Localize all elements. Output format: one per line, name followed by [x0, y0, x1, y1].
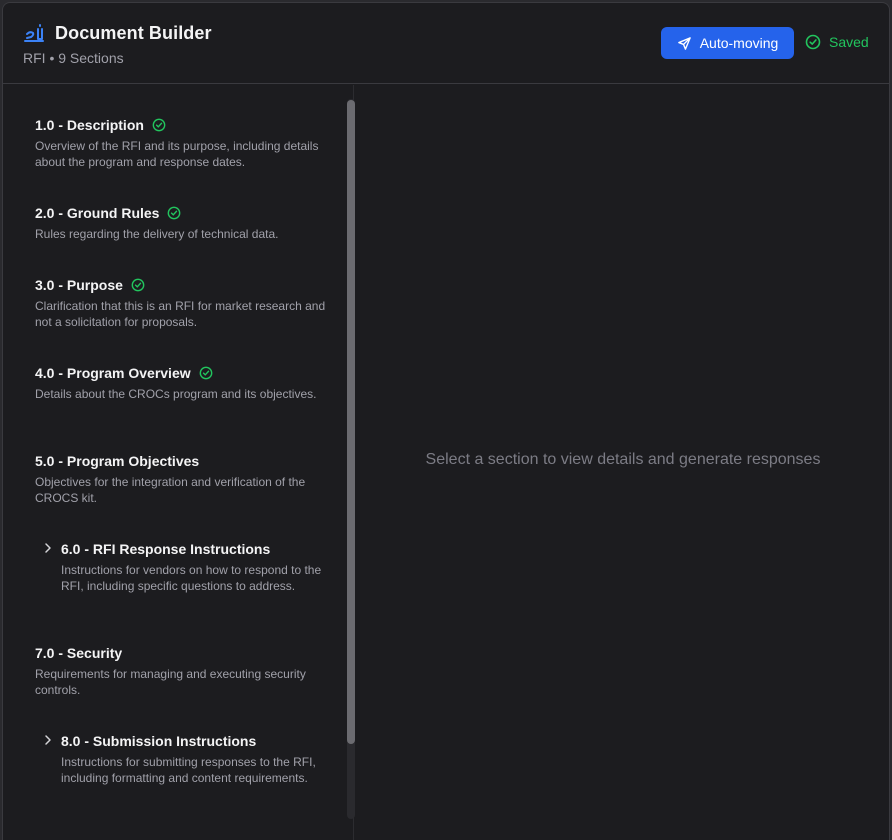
- section-item-8[interactable]: 8.0 - Submission Instructions Instructio…: [45, 732, 335, 786]
- check-circle-icon: [805, 34, 821, 50]
- section-description: Instructions for vendors on how to respo…: [61, 563, 322, 593]
- check-circle-icon: [168, 206, 181, 220]
- section-description: Requirements for managing and executing …: [35, 667, 306, 697]
- sections-sidebar[interactable]: 1.0 - Description Overview of the RFI an…: [9, 85, 354, 840]
- section-description: Instructions for submitting responses to…: [61, 755, 316, 785]
- section-item-7[interactable]: 7.0 - Security Requirements for managing…: [35, 644, 335, 698]
- header: Document Builder RFI • 9 Sections Auto-m…: [3, 3, 889, 84]
- chevron-right-icon[interactable]: [41, 541, 55, 555]
- section-item-4[interactable]: 4.0 - Program Overview Details about the…: [35, 364, 335, 402]
- document-builder-icon: [24, 24, 44, 42]
- section-description: Details about the CROCs program and its …: [35, 387, 317, 401]
- check-circle-icon: [131, 278, 145, 292]
- document-subtitle: RFI • 9 Sections: [23, 50, 124, 66]
- section-title: 7.0 - Security: [35, 645, 123, 661]
- sidebar-scrollbar-thumb[interactable]: [347, 100, 355, 744]
- section-title: 2.0 - Ground Rules: [35, 205, 160, 221]
- section-description: Rules regarding the delivery of technica…: [35, 227, 279, 241]
- section-description: Objectives for the integration and verif…: [35, 475, 306, 505]
- check-circle-icon: [152, 118, 166, 132]
- section-item-2[interactable]: 2.0 - Ground Rules Rules regarding the d…: [35, 204, 335, 242]
- section-title: 6.0 - RFI Response Instructions: [61, 541, 271, 557]
- section-title: 5.0 - Program Objectives: [35, 453, 200, 469]
- section-title: 3.0 - Purpose: [35, 277, 123, 293]
- section-item-5[interactable]: 5.0 - Program Objectives Objectives for …: [35, 452, 335, 506]
- saved-label: Saved: [829, 34, 869, 50]
- empty-state-message: Select a section to view details and gen…: [425, 451, 821, 468]
- chevron-right-icon[interactable]: [41, 733, 55, 747]
- document-builder-window: Document Builder RFI • 9 Sections Auto-m…: [2, 2, 890, 840]
- check-circle-icon: [199, 366, 213, 380]
- auto-moving-label: Auto-moving: [699, 35, 779, 51]
- auto-moving-button[interactable]: Auto-moving: [661, 27, 794, 59]
- section-item-6[interactable]: 6.0 - RFI Response Instructions Instruct…: [45, 540, 335, 594]
- section-description: Overview of the RFI and its purpose, inc…: [35, 139, 319, 169]
- section-title: 1.0 - Description: [35, 117, 144, 133]
- section-item-1[interactable]: 1.0 - Description Overview of the RFI an…: [35, 116, 335, 170]
- page-title: Document Builder: [55, 23, 212, 43]
- section-title: 8.0 - Submission Instructions: [61, 733, 257, 749]
- send-icon: [677, 36, 691, 50]
- section-title: 4.0 - Program Overview: [35, 365, 191, 381]
- section-description: Clarification that this is an RFI for ma…: [35, 299, 326, 329]
- saved-status: Saved: [805, 34, 869, 50]
- section-item-3[interactable]: 3.0 - Purpose Clarification that this is…: [35, 276, 335, 330]
